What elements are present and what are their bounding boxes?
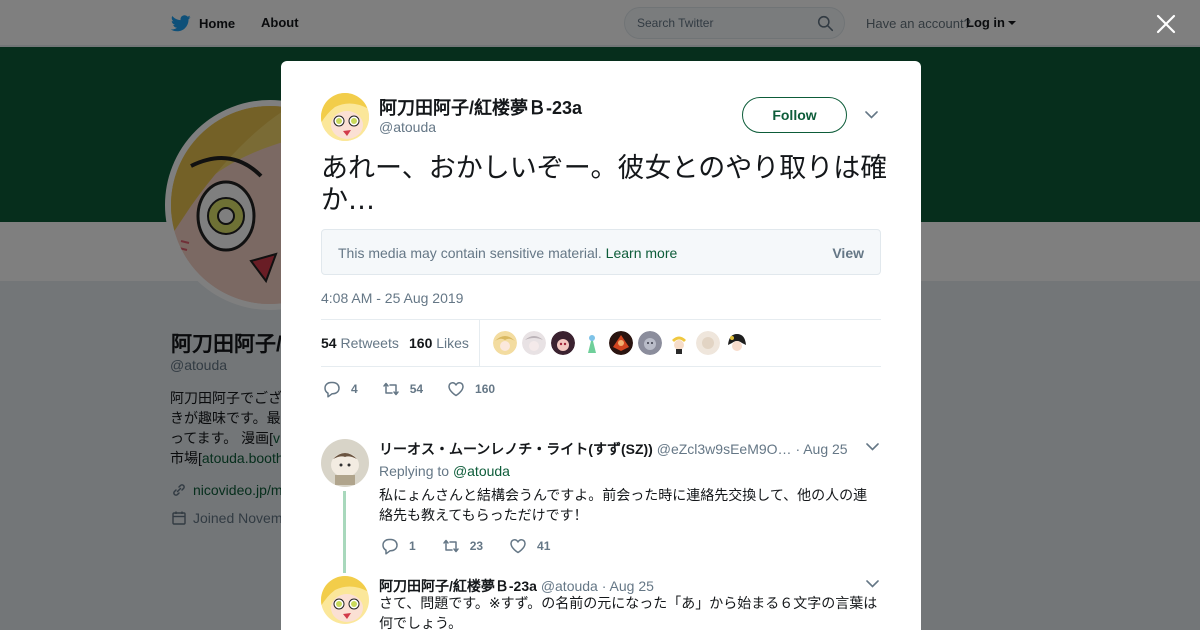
retweet-button[interactable]: 23 — [442, 537, 483, 555]
reply-icon — [382, 538, 398, 555]
retweets-count: 54 — [321, 335, 337, 351]
sensitive-media-notice: This media may contain sensitive materia… — [321, 229, 881, 275]
reply-header: リーオス・ムーンレノチ・ライト(すず(SZ)) @eZcl3w9sEeM9O… … — [379, 439, 869, 459]
reply-icon — [324, 381, 340, 398]
replying-to-prefix: Replying to — [379, 463, 450, 479]
liker-avatar[interactable] — [580, 331, 604, 355]
reply-author-handle[interactable]: @atouda — [541, 578, 598, 594]
tweet-author-avatar[interactable] — [321, 93, 369, 141]
chevron-down-icon[interactable] — [866, 443, 879, 451]
replying-to: Replying to @atouda — [379, 463, 510, 479]
likes-count: 160 — [409, 335, 433, 351]
chevron-down-icon[interactable] — [865, 111, 878, 119]
like-count: 41 — [537, 539, 551, 553]
liker-avatar[interactable] — [638, 331, 662, 355]
replying-to-handle[interactable]: @atouda — [453, 463, 510, 479]
heart-icon — [510, 539, 526, 554]
reply-author-avatar[interactable] — [321, 439, 369, 487]
likes-label: Likes — [436, 335, 469, 351]
reply-avatar-illustration — [321, 576, 369, 624]
tweet-author-name[interactable]: 阿刀田阿子/紅楼夢Ｂ-23a — [379, 94, 582, 120]
reply-avatar-illustration — [321, 439, 369, 487]
likes-stat[interactable]: 160 Likes — [409, 335, 469, 351]
tweet-author-handle[interactable]: @atouda — [379, 119, 436, 135]
liker-avatar[interactable] — [667, 331, 691, 355]
view-media-button[interactable]: View — [832, 245, 864, 261]
tweet-actions: 4 54 160 — [323, 379, 519, 399]
reply-author-handle[interactable]: @eZcl3w9sEeM9O… — [657, 441, 792, 457]
follow-button[interactable]: Follow — [742, 97, 847, 133]
stats-divider — [479, 320, 480, 366]
reply-count: 1 — [409, 539, 416, 553]
reply-text: さて、問題です。※すず。の名前の元になった「あ」から始まる６文字の言葉は何でしょ… — [379, 595, 878, 630]
liker-avatar[interactable] — [551, 331, 575, 355]
retweets-stat[interactable]: 54 Retweets — [321, 335, 399, 351]
reply-button[interactable]: 4 — [323, 379, 358, 399]
like-button[interactable]: 160 — [447, 379, 495, 399]
reply-author-name[interactable]: リーオス・ムーンレノチ・ライト(すず(SZ)) — [379, 441, 653, 457]
reply-count: 4 — [351, 382, 358, 396]
sensitive-message: This media may contain sensitive materia… — [338, 245, 602, 261]
reply-author-name[interactable]: 阿刀田阿子/紅楼夢Ｂ-23a — [379, 578, 537, 594]
liker-avatar[interactable] — [696, 331, 720, 355]
like-count: 160 — [475, 382, 496, 396]
retweet-count: 54 — [409, 382, 424, 396]
thread-line — [343, 491, 346, 573]
sensitive-notice-text: This media may contain sensitive materia… — [338, 245, 677, 261]
retweet-button[interactable]: 54 — [382, 379, 423, 399]
reply-actions: 1 23 41 — [381, 537, 576, 555]
reply-author-avatar[interactable] — [321, 576, 369, 624]
tweet-timestamp[interactable]: 4:08 AM - 25 Aug 2019 — [321, 290, 463, 306]
reply-button[interactable]: 1 — [381, 537, 416, 555]
reply-date[interactable]: · Aug 25 — [795, 441, 847, 457]
liker-avatar[interactable] — [609, 331, 633, 355]
liker-avatars — [493, 331, 749, 355]
liker-avatar[interactable] — [522, 331, 546, 355]
liker-avatar[interactable] — [493, 331, 517, 355]
author-avatar-illustration — [321, 93, 369, 141]
tweet-stats: 54 Retweets 160 Likes — [321, 319, 881, 367]
heart-icon — [448, 382, 464, 397]
liker-avatar[interactable] — [725, 331, 749, 355]
chevron-down-icon[interactable] — [866, 580, 879, 588]
retweets-label: Retweets — [340, 335, 399, 351]
tweet-text: あれー、おかしいぞー。彼女とのやり取りは確か… — [321, 153, 888, 216]
retweet-icon — [382, 382, 399, 396]
reply-text: 私にょんさんと結構会うんですよ。前会った時に連絡先交換して、他の人の連絡先も教え… — [379, 487, 868, 523]
reply-date[interactable]: · Aug 25 — [602, 578, 654, 594]
retweet-icon — [442, 539, 459, 553]
retweet-count: 23 — [469, 539, 484, 553]
close-icon[interactable] — [1155, 13, 1177, 35]
learn-more-link[interactable]: Learn more — [606, 245, 678, 261]
like-button[interactable]: 41 — [509, 537, 550, 555]
tweet-modal: 阿刀田阿子/紅楼夢Ｂ-23a @atouda Follow あれー、おかしいぞー… — [281, 61, 921, 630]
